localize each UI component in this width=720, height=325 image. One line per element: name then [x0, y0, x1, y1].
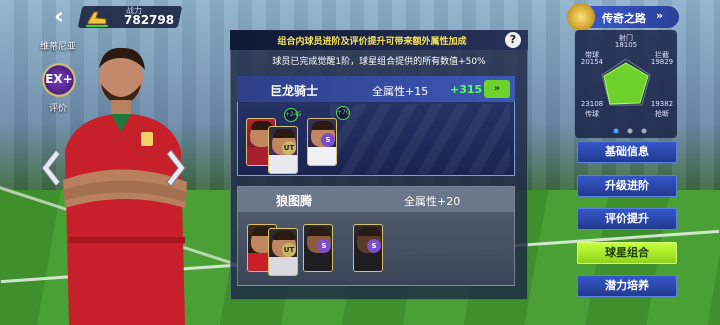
player-card[interactable]: UT	[268, 126, 298, 174]
card-tier-badge: UT	[282, 243, 296, 257]
card-hair	[308, 227, 330, 236]
panel-title: 组合内球员进阶及评价提升可带来额外属性加成	[277, 37, 467, 47]
combo-name: 狼图腾	[276, 194, 313, 208]
page-indicator	[613, 128, 647, 134]
player-card[interactable]: S	[303, 224, 333, 272]
prev-player-arrow-icon[interactable]	[38, 148, 62, 188]
card-shirt	[269, 155, 297, 173]
rating-label: 评价	[49, 104, 68, 114]
card-hair	[273, 129, 295, 138]
card-shirt	[269, 257, 297, 275]
next-player-arrow-icon[interactable]	[165, 148, 189, 188]
back-button[interactable]: ‹	[46, 4, 72, 30]
combo-detail-button[interactable]: »	[484, 80, 510, 98]
menu-potential[interactable]: 潜力培养	[577, 275, 677, 297]
player-card[interactable]: S	[307, 118, 337, 166]
attribute-radar-chart	[601, 58, 651, 106]
panel-subtitle: 球员已完成觉醒1阶，球星组合提供的所有数值+50%	[272, 57, 486, 67]
card-plus-badge: +70	[336, 106, 350, 120]
stat-shoot-value: 18105	[614, 41, 638, 49]
menu-basic-info[interactable]: 基础信息	[577, 141, 677, 163]
player-name: 维蒂尼亚	[40, 42, 77, 52]
trophy-icon	[567, 3, 595, 31]
combo-name: 巨龙骑士	[270, 84, 319, 98]
combo-decoration	[330, 104, 510, 174]
card-tier-badge: UT	[282, 141, 296, 155]
menu-upgrade[interactable]: 升级进阶	[577, 175, 677, 197]
menu-rating-up[interactable]: 评价提升	[577, 208, 677, 230]
card-hair	[312, 121, 334, 130]
combo-attribute: 全属性+20	[404, 195, 461, 208]
card-shirt	[308, 147, 336, 165]
legend-road-arrow: »	[656, 9, 664, 22]
boot-icon	[86, 11, 108, 27]
help-icon[interactable]: ?	[505, 32, 521, 48]
player-card[interactable]: UT	[268, 228, 298, 276]
player-card[interactable]: S	[353, 224, 383, 272]
menu-star-combo[interactable]: 球星组合	[577, 242, 677, 264]
power-value: 782798	[124, 13, 175, 27]
combo-attribute: 全属性+15	[372, 85, 429, 98]
card-shirt	[354, 253, 382, 271]
card-tier-badge: S	[317, 239, 331, 253]
card-hair	[273, 231, 295, 240]
rating-badge-text: EX+	[45, 72, 73, 86]
card-shirt	[304, 253, 332, 271]
card-tier-badge: S	[321, 133, 335, 147]
legend-road-title: 传奇之路	[602, 12, 646, 25]
card-tier-badge: S	[367, 239, 381, 253]
combo-bonus: +315	[450, 83, 483, 96]
card-hair	[358, 227, 380, 236]
card-plus-badge: +245	[284, 108, 301, 122]
